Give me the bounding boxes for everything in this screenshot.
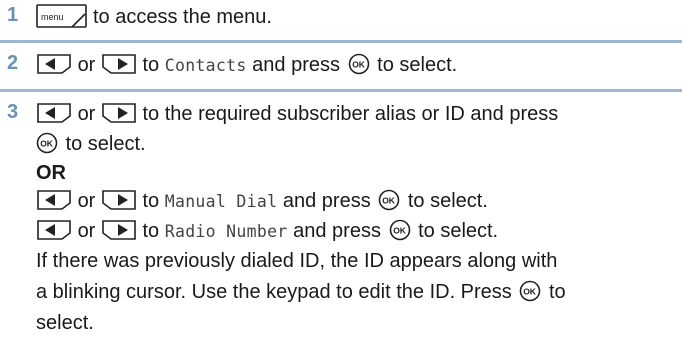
- left-arrow-key-icon: [37, 53, 71, 74]
- step-number: 3: [7, 101, 19, 123]
- menu-item-contacts: Contacts: [164, 56, 247, 75]
- or-heading: OR: [36, 162, 66, 184]
- right-arrow-key-icon: [102, 102, 136, 123]
- step-3-para-line-1: If there was previously dialed ID, the I…: [36, 250, 558, 272]
- svg-text:OK: OK: [352, 59, 366, 69]
- step-3-para-line-3: select.: [36, 312, 94, 334]
- left-arrow-key-icon: [37, 102, 71, 123]
- divider: [0, 89, 682, 92]
- svg-text:OK: OK: [40, 138, 54, 148]
- step-3-radio-number-line: or to Radio Number and press OK to selec…: [36, 216, 498, 247]
- step-1-line: menu to access the menu.: [36, 2, 272, 32]
- menu-item-manual-dial: Manual Dial: [164, 192, 278, 211]
- svg-text:OK: OK: [524, 286, 538, 296]
- step-2-line: or to Contacts and press OK to select.: [36, 50, 457, 81]
- svg-text:OK: OK: [382, 195, 396, 205]
- step-3-line-1: or to the required subscriber alias or I…: [36, 99, 558, 129]
- left-arrow-key-icon: [37, 219, 71, 240]
- right-arrow-key-icon: [102, 53, 136, 74]
- step-3-manual-dial-line: or to Manual Dial and press OK to select…: [36, 186, 488, 217]
- right-arrow-key-icon: [102, 219, 136, 240]
- step-number: 1: [7, 4, 19, 26]
- step-3-para-line-2: a blinking cursor. Use the keypad to edi…: [36, 280, 566, 303]
- step-3-line-2: OK to select.: [36, 129, 146, 159]
- ok-button-icon: OK: [378, 189, 400, 211]
- svg-text:menu: menu: [41, 12, 64, 22]
- ok-button-icon: OK: [389, 219, 410, 241]
- menu-key-icon: menu: [36, 3, 87, 28]
- step-1-text: to access the menu.: [93, 6, 272, 28]
- left-arrow-key-icon: [37, 189, 71, 210]
- ok-button-icon: OK: [348, 53, 369, 75]
- right-arrow-key-icon: [102, 189, 136, 210]
- divider: [0, 40, 682, 43]
- step-number: 2: [7, 52, 19, 74]
- ok-button-icon: OK: [520, 280, 541, 302]
- menu-item-radio-number: Radio Number: [164, 222, 288, 241]
- ok-button-icon: OK: [36, 132, 58, 154]
- svg-text:OK: OK: [393, 225, 407, 235]
